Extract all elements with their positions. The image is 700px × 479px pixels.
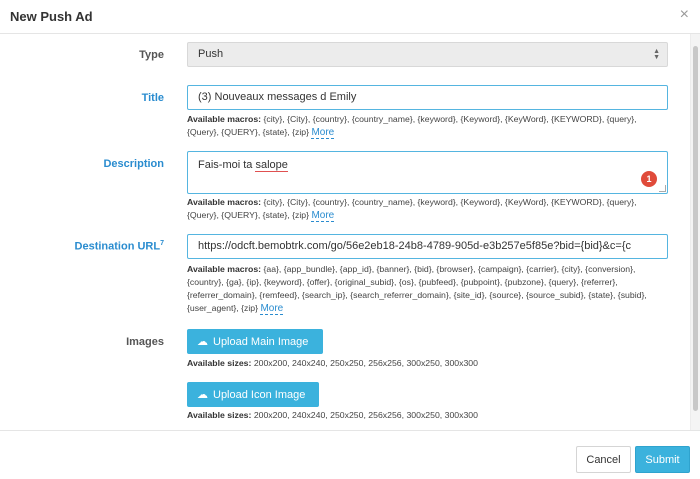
destination-macros: Available macros: {aa}, {app_bundle}, {a… [187,263,667,315]
icon-sizes-label: Available sizes: [187,410,252,420]
main-image-sizes: Available sizes: 200x200, 240x240, 250x2… [187,358,478,368]
type-select-value: Push [198,48,224,60]
resize-handle-icon[interactable] [659,185,666,192]
main-sizes-label: Available sizes: [187,358,252,368]
destination-url-input[interactable]: https://odcft.bemobtrk.com/go/56e2eb18-2… [187,234,668,259]
modal-header: New Push Ad × [0,0,700,34]
destination-macros-more-link[interactable]: More [260,303,284,315]
icon-sizes-list: 200x200, 240x240, 250x250, 256x256, 300x… [253,410,478,420]
description-textarea[interactable]: Fais-moi ta salope 1 [187,151,668,194]
destination-macros-label: Available macros: [187,264,262,274]
title-macros-label: Available macros: [187,114,262,124]
cancel-button[interactable]: Cancel [576,446,631,473]
notification-badge: 1 [641,171,657,187]
cloud-upload-icon: ☁ [197,389,208,401]
type-select[interactable]: Push ▲ ▼ [187,42,668,67]
upload-icon-image-label: Upload Icon Image [213,388,306,401]
destination-url-label-text: Destination URL [74,240,161,253]
description-macros-label: Available macros: [187,197,262,207]
modal-title: New Push Ad [10,9,93,24]
description-macros: Available macros: {city}, {City}, {count… [187,196,667,222]
upload-main-image-label: Upload Main Image [213,335,309,348]
description-misspelled-word: salope [255,159,288,172]
scrollbar[interactable] [690,34,700,430]
modal-body: Type Push ▲ ▼ Title (3) Nouveaux messages… [0,34,690,430]
destination-url-label: Destination URL7 [4,240,164,253]
type-label: Type [139,49,164,61]
modal-footer: Cancel Submit [0,430,700,479]
submit-button[interactable]: Submit [635,446,690,473]
description-label: Description [103,158,164,170]
cloud-upload-icon: ☁ [197,336,208,348]
title-macros: Available macros: {city}, {City}, {count… [187,113,667,139]
destination-url-superscript: 7 [160,240,164,247]
description-text: Fais-moi ta [198,159,256,171]
select-arrows-icon: ▲ ▼ [653,48,660,61]
scrollbar-thumb[interactable] [693,46,698,411]
title-input[interactable]: (3) Nouveaux messages d Emily [187,85,668,110]
title-input-value: (3) Nouveaux messages d Emily [198,91,357,103]
title-macros-more-link[interactable]: More [311,127,335,139]
upload-icon-image-button[interactable]: ☁ Upload Icon Image [187,382,319,407]
icon-image-sizes: Available sizes: 200x200, 240x240, 250x2… [187,410,478,420]
main-sizes-list: 200x200, 240x240, 250x250, 256x256, 300x… [253,358,478,368]
images-label: Images [126,336,164,348]
close-icon[interactable]: × [680,7,689,23]
upload-main-image-button[interactable]: ☁ Upload Main Image [187,329,323,354]
description-macros-more-link[interactable]: More [311,210,335,222]
destination-url-value: https://odcft.bemobtrk.com/go/56e2eb18-2… [198,240,631,252]
title-label: Title [141,92,164,104]
